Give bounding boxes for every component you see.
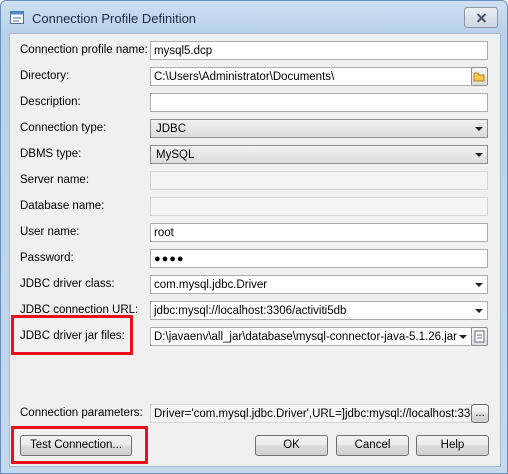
- connection-parameters-field: Driver='com.mysql.jdbc.Driver',URL=]jdbc…: [150, 404, 472, 423]
- cancel-button[interactable]: Cancel: [336, 435, 409, 456]
- chevron-down-icon[interactable]: [454, 328, 471, 345]
- window-title: Connection Profile Definition: [32, 11, 197, 26]
- chevron-down-icon[interactable]: [470, 302, 487, 319]
- dbms-type-value: MySQL: [156, 149, 195, 161]
- help-button[interactable]: Help: [416, 435, 489, 456]
- description-label: Description:: [20, 96, 81, 108]
- profile-name-input[interactable]: mysql5.dcp: [150, 41, 488, 60]
- description-input[interactable]: [150, 93, 488, 112]
- password-label: Password:: [20, 252, 74, 264]
- jdbc-connection-url-label: JDBC connection URL:: [20, 304, 139, 316]
- connection-type-label: Connection type:: [20, 122, 107, 134]
- connection-parameters-label: Connection parameters:: [20, 407, 143, 419]
- jdbc-driver-jar-combo[interactable]: D:\javaenv\all_jar\database\mysql-connec…: [150, 327, 472, 346]
- chevron-down-icon[interactable]: [470, 120, 487, 137]
- dbms-type-select[interactable]: MySQL: [150, 145, 488, 164]
- dialog-window: Connection Profile Definition Connection…: [0, 0, 508, 474]
- directory-input[interactable]: C:\Users\Administrator\Documents\: [150, 67, 472, 86]
- jdbc-connection-url-value: jdbc:mysql://localhost:3306/activiti5db: [154, 305, 347, 317]
- directory-label: Directory:: [20, 70, 70, 82]
- chevron-down-icon[interactable]: [470, 276, 487, 293]
- chevron-down-icon[interactable]: [470, 146, 487, 163]
- server-name-input[interactable]: [150, 171, 488, 190]
- jdbc-connection-url-combo[interactable]: jdbc:mysql://localhost:3306/activiti5db: [150, 301, 488, 320]
- server-name-label: Server name:: [20, 174, 90, 186]
- test-connection-button[interactable]: Test Connection...: [20, 435, 132, 456]
- folder-open-icon[interactable]: [471, 67, 488, 86]
- jdbc-driver-class-combo[interactable]: com.mysql.jdbc.Driver: [150, 275, 488, 294]
- database-name-input[interactable]: [150, 197, 488, 216]
- folder-glyph: [473, 72, 485, 82]
- user-name-label: User name:: [20, 226, 80, 238]
- database-name-label: Database name:: [20, 200, 105, 212]
- jdbc-driver-class-value: com.mysql.jdbc.Driver: [154, 279, 268, 291]
- title-bar: Connection Profile Definition: [1, 1, 507, 33]
- file-glyph: [474, 330, 485, 343]
- close-icon[interactable]: [464, 7, 498, 28]
- browse-file-icon[interactable]: [471, 327, 488, 346]
- ok-button[interactable]: OK: [255, 435, 328, 456]
- connection-type-select[interactable]: JDBC: [150, 119, 488, 138]
- connection-type-value: JDBC: [156, 123, 187, 135]
- password-input[interactable]: ●●●●: [150, 249, 488, 268]
- dbms-type-label: DBMS type:: [20, 148, 82, 160]
- jdbc-driver-jar-value: D:\javaenv\all_jar\database\mysql-connec…: [154, 331, 457, 343]
- jdbc-driver-class-label: JDBC driver class:: [20, 278, 115, 290]
- connection-parameters-button[interactable]: ...: [471, 404, 489, 423]
- database-window-icon: [10, 11, 24, 24]
- dialog-body: Connection profile name: mysql5.dcp Dire…: [9, 33, 501, 467]
- user-name-input[interactable]: root: [150, 223, 488, 242]
- jdbc-driver-jar-label: JDBC driver jar files:: [20, 330, 125, 342]
- profile-name-label: Connection profile name:: [20, 44, 148, 56]
